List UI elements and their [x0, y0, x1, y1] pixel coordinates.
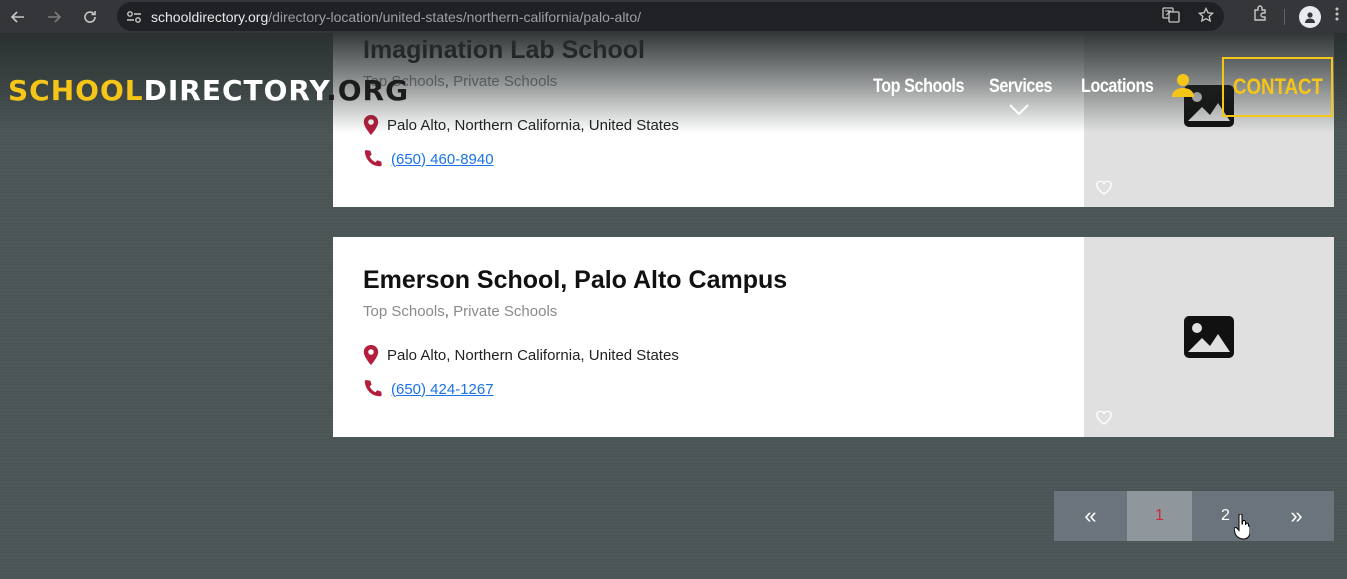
nav-locations[interactable]: Locations: [1081, 76, 1154, 98]
browser-toolbar: schooldirectory.org/directory-location/u…: [0, 0, 1347, 33]
location-text: Palo Alto, Northern California, United S…: [387, 116, 679, 134]
bookmark-star-icon[interactable]: [1197, 6, 1215, 27]
reload-icon: [84, 10, 96, 23]
category-separator: ,: [444, 303, 449, 320]
pagination-last-button[interactable]: »: [1259, 491, 1334, 541]
toolbar-divider: [1284, 8, 1285, 25]
site-logo[interactable]: SCHOOLDIRECTORY.ORG: [8, 74, 409, 107]
school-title[interactable]: Imagination Lab School: [363, 36, 645, 65]
pagination-page-1[interactable]: 1: [1127, 491, 1192, 541]
school-card[interactable]: Imagination Lab School Top Schools, Priv…: [333, 33, 1334, 207]
chevron-down-icon[interactable]: [1009, 104, 1029, 116]
school-card[interactable]: Emerson School, Palo Alto Campus Top Sch…: [333, 237, 1334, 437]
nav-services[interactable]: Services: [989, 76, 1052, 98]
category-link[interactable]: Private Schools: [453, 303, 557, 320]
image-placeholder-icon: [1184, 316, 1234, 358]
category-link[interactable]: Top Schools: [363, 303, 445, 320]
map-pin-icon: [363, 115, 379, 135]
address-bar[interactable]: schooldirectory.org/directory-location/u…: [117, 2, 1224, 31]
logo-part-directory: DIRECTORY: [143, 74, 327, 107]
favorite-heart-icon[interactable]: [1096, 411, 1112, 425]
school-phone: (650) 460-8940: [363, 149, 494, 169]
nav-top-schools[interactable]: Top Schools: [873, 76, 964, 98]
arrow-right-icon: [48, 10, 61, 23]
location-text: Palo Alto, Northern California, United S…: [387, 346, 679, 364]
url-text: schooldirectory.org/directory-location/u…: [151, 9, 641, 25]
contact-button-label: CONTACT: [1232, 74, 1323, 99]
school-categories: Top Schools, Private Schools: [363, 303, 557, 320]
school-image-placeholder[interactable]: [1084, 237, 1334, 437]
school-phone: (650) 424-1267: [363, 379, 494, 399]
category-link[interactable]: Private Schools: [453, 73, 557, 90]
user-account-icon[interactable]: [1172, 73, 1194, 97]
pagination-first-button[interactable]: «: [1054, 491, 1127, 541]
school-location: Palo Alto, Northern California, United S…: [363, 345, 679, 365]
contact-button[interactable]: CONTACT: [1222, 57, 1333, 117]
logo-part-org: .ORG: [326, 74, 410, 107]
school-title[interactable]: Emerson School, Palo Alto Campus: [363, 266, 787, 295]
phone-icon: [364, 150, 382, 167]
school-card-info: Imagination Lab School Top Schools, Priv…: [333, 33, 1084, 207]
phone-link[interactable]: (650) 460-8940: [391, 151, 494, 168]
favorite-heart-icon[interactable]: [1096, 181, 1112, 195]
category-separator: ,: [444, 73, 449, 90]
pagination: « 1 2 »: [1054, 491, 1334, 541]
phone-icon: [364, 380, 382, 397]
school-location: Palo Alto, Northern California, United S…: [363, 115, 679, 135]
profile-icon[interactable]: [1299, 5, 1321, 28]
back-button[interactable]: [0, 0, 36, 33]
translate-icon[interactable]: [1162, 6, 1180, 27]
school-card-info: Emerson School, Palo Alto Campus Top Sch…: [333, 237, 1084, 437]
logo-part-school: SCHOOL: [8, 74, 144, 107]
arrow-left-icon: [11, 10, 24, 23]
map-pin-icon: [363, 345, 379, 365]
url-path: /directory-location/united-states/northe…: [268, 8, 641, 25]
forward-button[interactable]: [36, 0, 72, 33]
site-settings-icon[interactable]: [117, 10, 151, 24]
phone-link[interactable]: (650) 424-1267: [391, 381, 494, 398]
more-menu-icon[interactable]: [1335, 6, 1339, 27]
reload-button[interactable]: [72, 0, 108, 33]
hand-cursor-icon: [1234, 514, 1250, 540]
url-host: schooldirectory.org: [151, 8, 269, 25]
extensions-icon[interactable]: [1252, 5, 1270, 28]
